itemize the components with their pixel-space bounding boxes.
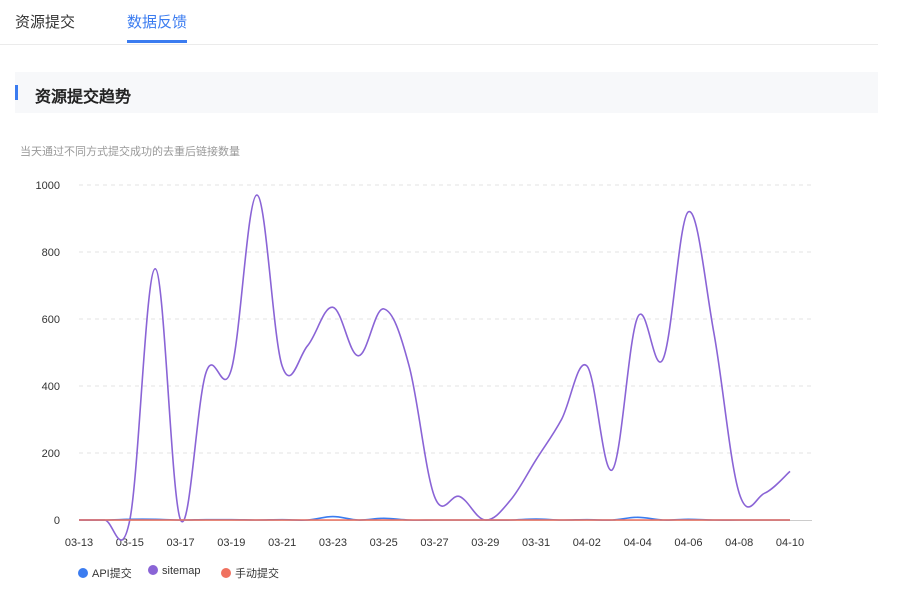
x-tick-label: 03-27 <box>420 537 448 549</box>
legend-label: API提交 <box>92 568 132 580</box>
legend-item[interactable]: 手动提交 <box>221 565 279 581</box>
x-tick-label: 04-04 <box>624 537 652 549</box>
legend-dot-icon <box>221 568 231 578</box>
x-tick-label: 04-08 <box>725 537 753 549</box>
chart-subtitle: 当天通过不同方式提交成功的去重后链接数量 <box>20 146 240 158</box>
y-tick-label: 200 <box>42 448 60 460</box>
y-tick-label: 800 <box>42 247 60 259</box>
y-tick-label: 0 <box>54 515 60 527</box>
x-tick-label: 03-19 <box>217 537 245 549</box>
y-tick-label: 400 <box>42 381 60 393</box>
section-accent-bar <box>15 85 18 100</box>
tab-data-feedback[interactable]: 数据反馈 <box>127 11 188 43</box>
section-header: 资源提交趋势 <box>15 72 878 113</box>
legend-label: sitemap <box>162 565 201 577</box>
x-tick-label: 03-29 <box>471 537 499 549</box>
legend-item[interactable]: sitemap <box>148 565 201 577</box>
x-tick-label: 03-31 <box>522 537 550 549</box>
x-tick-label: 03-23 <box>319 537 347 549</box>
x-tick-label: 03-17 <box>167 537 195 549</box>
y-tick-label: 600 <box>42 314 60 326</box>
x-tick-label: 04-02 <box>573 537 601 549</box>
legend-item[interactable]: API提交 <box>78 565 132 581</box>
x-tick-label: 04-10 <box>776 537 804 549</box>
x-tick-label: 03-13 <box>65 537 93 549</box>
section-title: 资源提交趋势 <box>35 89 132 106</box>
x-tick-label: 03-25 <box>370 537 398 549</box>
legend-label: 手动提交 <box>235 568 279 580</box>
series-line-sitemap <box>79 194 791 541</box>
tab-bar: 资源提交 数据反馈 <box>0 0 878 45</box>
legend-dot-icon <box>78 568 88 578</box>
x-tick-label: 03-21 <box>268 537 296 549</box>
legend-dot-icon <box>148 565 158 575</box>
x-tick-label: 04-06 <box>674 537 702 549</box>
tab-resource-submit[interactable]: 资源提交 <box>15 11 75 43</box>
y-tick-label: 1000 <box>36 180 60 192</box>
trend-chart: 0200400600800100003-13 03-15 03-17 03-19 03-… <box>36 180 812 549</box>
